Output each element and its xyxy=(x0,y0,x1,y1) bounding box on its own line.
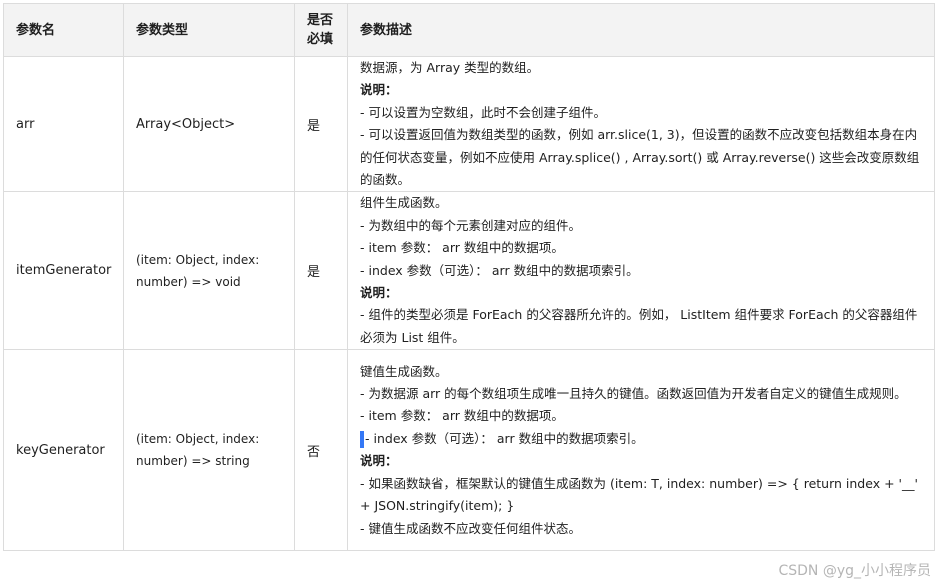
watermark: CSDN @yg_小小程序员 xyxy=(778,563,931,579)
desc-line: - 可以设置为空数组，此时不会创建子组件。 xyxy=(360,104,606,120)
header-param-desc: 参数描述 xyxy=(347,3,935,57)
param-desc: 数据源，为 Array 类型的数组。 说明： - 可以设置为空数组，此时不会创建… xyxy=(347,55,935,193)
desc-line: - 键值生成函数不应改变任何组件状态。 xyxy=(360,520,581,536)
desc-line: - 为数组中的每个元素创建对应的组件。 xyxy=(360,217,581,233)
desc-note-label: 说明： xyxy=(360,453,398,469)
desc-line-with-cursor: - index 参数（可选）： arr 数组中的数据项索引。 xyxy=(360,428,922,450)
params-table: 参数名 参数类型 是否 必填 参数描述 arr Array<Object> 是 … xyxy=(3,3,935,552)
desc-line: - item 参数： arr 数组中的数据项。 xyxy=(360,240,564,256)
desc-line: 组件生成函数。 xyxy=(360,195,448,211)
text-cursor-highlight xyxy=(360,430,364,448)
table-row: keyGenerator (item: Object, index: numbe… xyxy=(3,349,935,552)
param-type-text: (item: Object, index: number) => string xyxy=(136,432,260,469)
desc-line: - 组件的类型必须是 ForEach 的父容器所允许的。例如， ListItem… xyxy=(360,307,918,345)
param-name: keyGenerator xyxy=(3,349,124,552)
table-row: itemGenerator (item: Object, index: numb… xyxy=(3,191,935,351)
desc-line-text: - index 参数（可选）： arr 数组中的数据项索引。 xyxy=(365,430,644,446)
desc-note-label: 说明： xyxy=(360,82,398,98)
table-row: arr Array<Object> 是 数据源，为 Array 类型的数组。 说… xyxy=(3,55,935,193)
param-required: 是 xyxy=(294,55,348,193)
param-required: 否 xyxy=(294,349,348,552)
header-row: 参数名 参数类型 是否 必填 参数描述 xyxy=(3,3,935,57)
header-required: 是否 必填 xyxy=(294,3,348,57)
desc-line: - index 参数（可选）： arr 数组中的数据项索引。 xyxy=(360,262,639,278)
param-desc: 组件生成函数。 - 为数组中的每个元素创建对应的组件。 - item 参数： a… xyxy=(347,191,935,351)
param-type: (item: Object, index: number) => string xyxy=(123,349,295,552)
desc-line: 键值生成函数。 xyxy=(360,363,448,379)
desc-note-label: 说明： xyxy=(360,285,398,301)
param-name: itemGenerator xyxy=(3,191,124,351)
param-type: Array<Object> xyxy=(123,55,295,193)
desc-line: - item 参数： arr 数组中的数据项。 xyxy=(360,408,564,424)
param-type-text: (item: Object, index: number) => void xyxy=(136,252,260,289)
param-type: (item: Object, index: number) => void xyxy=(123,191,295,351)
desc-line: - 可以设置返回值为数组类型的函数，例如 arr.slice(1, 3)，但设置… xyxy=(360,127,920,188)
header-param-name: 参数名 xyxy=(3,3,124,57)
param-name: arr xyxy=(3,55,124,193)
param-desc: 键值生成函数。 - 为数据源 arr 的每个数组项生成唯一且持久的键值。函数返回… xyxy=(347,349,935,552)
header-param-type: 参数类型 xyxy=(123,3,295,57)
desc-line: 数据源，为 Array 类型的数组。 xyxy=(360,60,540,75)
desc-line: - 如果函数缺省，框架默认的键值生成函数为 (item: T, index: n… xyxy=(360,475,918,514)
desc-line: - 为数据源 arr 的每个数组项生成唯一且持久的键值。函数返回值为开发者自定义… xyxy=(360,386,907,402)
param-required: 是 xyxy=(294,191,348,351)
